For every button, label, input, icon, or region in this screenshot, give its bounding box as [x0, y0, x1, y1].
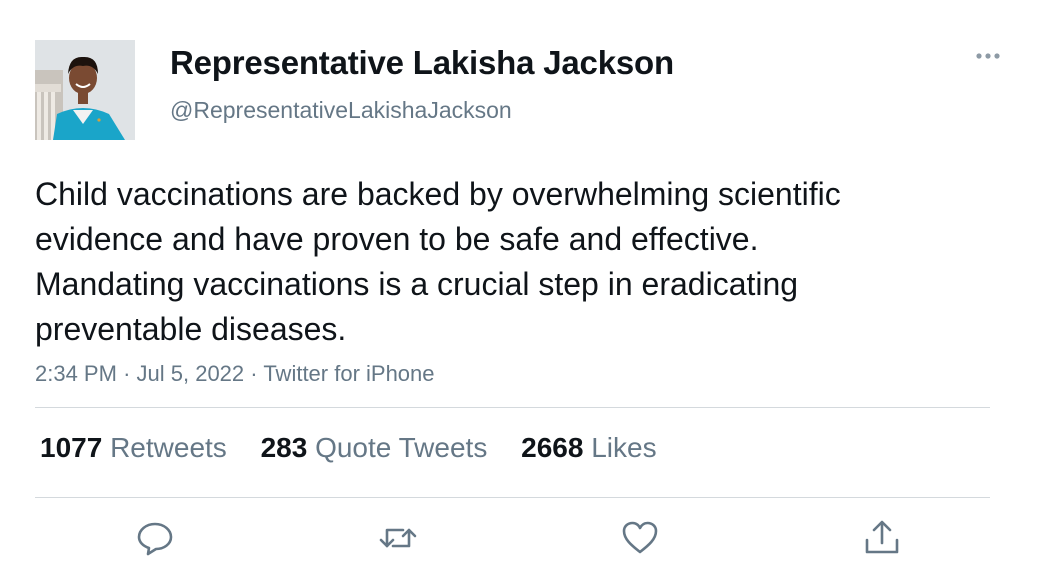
tweet-text: Child vaccinations are backed by overwhe…: [35, 176, 841, 347]
quote-tweets-count: 283: [260, 432, 308, 463]
tweet-time[interactable]: 2:34 PM: [35, 361, 117, 386]
retweets-stat[interactable]: 1077 Retweets: [40, 432, 227, 464]
tweet-source[interactable]: Twitter for iPhone: [263, 361, 434, 386]
divider: [35, 497, 990, 498]
avatar[interactable]: [35, 40, 135, 140]
reply-button[interactable]: [135, 518, 175, 558]
tweet-meta: 2:34 PM · Jul 5, 2022 · Twitter for iPho…: [35, 361, 435, 387]
more-horizontal-icon: [976, 53, 1000, 59]
retweets-label: Retweets: [110, 432, 227, 463]
share-icon: [865, 520, 899, 554]
share-button[interactable]: [862, 518, 902, 558]
retweet-icon: [379, 528, 417, 548]
author-name[interactable]: Representative Lakisha Jackson: [170, 44, 674, 82]
retweet-button[interactable]: [378, 518, 418, 558]
reply-icon: [137, 522, 173, 556]
heart-icon: [622, 521, 658, 554]
more-options-button[interactable]: [970, 42, 1010, 72]
quote-tweets-stat[interactable]: 283 Quote Tweets: [261, 432, 488, 464]
tweet-stats: 1077 Retweets 283 Quote Tweets 2668 Like…: [40, 432, 683, 464]
divider: [35, 407, 990, 408]
meta-separator: ·: [123, 361, 131, 386]
like-button[interactable]: [620, 518, 660, 558]
retweets-count: 1077: [40, 432, 103, 463]
likes-label: Likes: [591, 432, 657, 463]
quote-tweets-label: Quote Tweets: [315, 432, 488, 463]
likes-count: 2668: [521, 432, 584, 463]
meta-separator: ·: [250, 361, 258, 386]
tweet-date[interactable]: Jul 5, 2022: [137, 361, 245, 386]
likes-stat[interactable]: 2668 Likes: [521, 432, 656, 464]
author-handle[interactable]: @RepresentativeLakishaJackson: [170, 97, 512, 124]
